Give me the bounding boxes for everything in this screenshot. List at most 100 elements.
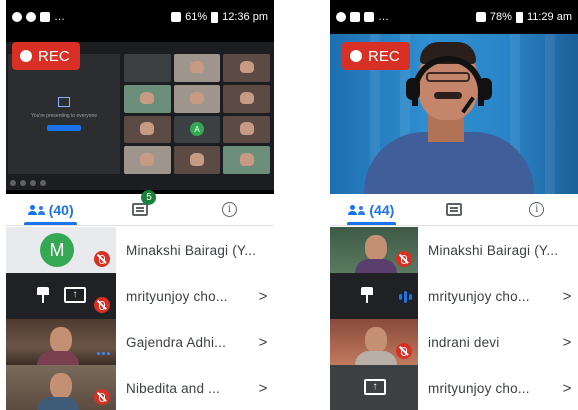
people-icon	[27, 204, 45, 215]
meet-controls	[10, 180, 270, 186]
whatsapp-icon	[12, 12, 22, 22]
participant-tile	[223, 54, 270, 82]
participant-video	[365, 235, 388, 262]
presenting-text: You're presenting to everyone	[30, 113, 98, 119]
list-item[interactable]: Nibedita and ... >	[6, 365, 274, 410]
presenting-icon: ↑	[364, 379, 386, 395]
list-item[interactable]: ↑ mrityunjoy cho... >	[6, 273, 274, 319]
rec-label: REC	[368, 47, 400, 65]
participant-name: mrityunjoy cho...	[428, 380, 530, 396]
list-item[interactable]: ↑ mrityunjoy cho... >	[330, 365, 578, 410]
whatsapp-icon	[336, 12, 346, 22]
message-icon	[350, 12, 360, 22]
clock: 12:36 pm	[222, 11, 268, 23]
more-notifications-icon: …	[378, 11, 389, 23]
participant-tile	[124, 146, 171, 174]
list-item[interactable]: Minakshi Bairagi (Y...	[330, 227, 578, 273]
mic-off-icon	[94, 251, 110, 267]
list-item[interactable]: Gajendra Adhi... >	[6, 319, 274, 365]
participant-thumbnail	[6, 365, 116, 410]
participant-thumbnail: M	[6, 227, 116, 273]
mic-off-icon	[94, 297, 110, 313]
participant-tile	[223, 146, 270, 174]
info-icon: i	[529, 202, 545, 217]
participant-tile	[173, 84, 221, 113]
participant-tile	[173, 146, 221, 174]
battery-level: 61%	[185, 11, 208, 23]
tab-info[interactable]: i	[495, 194, 578, 225]
battery-icon	[211, 11, 219, 23]
message-icon	[40, 12, 50, 22]
participant-tile	[223, 84, 270, 113]
participant-video	[50, 373, 72, 400]
tab-people[interactable]: (40)	[6, 194, 95, 225]
participant-thumbnail	[330, 227, 418, 273]
participant-thumbnail: ↑	[330, 365, 418, 410]
chat-icon	[131, 203, 148, 216]
speaking-dots-icon	[97, 352, 110, 355]
notification-icon	[364, 12, 374, 22]
main-video[interactable]: REC	[330, 34, 578, 194]
participant-name: Minakshi Bairagi (Y...	[428, 242, 559, 258]
present-screen-icon	[58, 97, 70, 107]
list-item[interactable]: mrityunjoy cho... >	[330, 273, 578, 319]
battery-level: 78%	[489, 11, 512, 23]
mic-off-icon	[396, 343, 412, 359]
participant-thumbnail: ↑	[6, 273, 116, 319]
left-phone-screen: … 61% 12:36 pm REC You're presenting to …	[6, 0, 274, 410]
recording-indicator: REC	[12, 42, 80, 70]
rec-label: REC	[38, 47, 70, 65]
avatar: M	[40, 233, 74, 267]
clock: 11:29 am	[526, 11, 572, 23]
participant-name: mrityunjoy cho...	[428, 288, 530, 304]
tab-people[interactable]: (44)	[330, 194, 413, 225]
chevron-right-icon[interactable]: >	[556, 288, 578, 305]
status-bar: … 61% 12:36 pm	[6, 0, 274, 34]
tab-bar: (44) i	[330, 194, 578, 226]
participant-video	[365, 327, 388, 354]
participant-name: Nibedita and ...	[126, 380, 221, 396]
tab-chat[interactable]	[413, 194, 496, 225]
tab-bar: (40) 5 i	[6, 190, 274, 226]
participant-list: M Minakshi Bairagi (Y... ↑ mrityunjoy ch…	[6, 227, 274, 410]
list-item[interactable]: M Minakshi Bairagi (Y...	[6, 227, 274, 273]
pin-icon	[36, 287, 50, 303]
presenting-tile: You're presenting to everyone	[8, 54, 120, 174]
chevron-right-icon[interactable]: >	[556, 334, 578, 351]
tile-avatar: A	[189, 122, 204, 137]
chevron-right-icon[interactable]: >	[252, 288, 274, 305]
more-notifications-icon: …	[54, 11, 65, 23]
participant-thumbnail	[330, 273, 418, 319]
record-dot-icon	[20, 50, 32, 62]
participant-name: Minakshi Bairagi (Y...	[126, 242, 257, 258]
main-video[interactable]: REC You're presenting to everyone A	[6, 34, 274, 194]
people-icon	[348, 204, 366, 215]
participant-tile	[173, 54, 221, 82]
participant-name: mrityunjoy cho...	[126, 288, 228, 304]
chat-icon	[446, 203, 462, 216]
tab-chat[interactable]: 5	[95, 190, 184, 225]
people-count: (40)	[48, 201, 74, 218]
pin-icon	[360, 287, 374, 303]
chevron-right-icon[interactable]: >	[556, 380, 578, 397]
participant-tile	[124, 115, 171, 144]
participant-name: indrani devi	[428, 334, 500, 350]
participant-thumbnail	[330, 319, 418, 365]
mic-off-icon	[94, 389, 110, 405]
list-item[interactable]: indrani devi >	[330, 319, 578, 365]
participant-video	[50, 327, 72, 354]
chevron-right-icon[interactable]: >	[252, 380, 274, 397]
recording-indicator: REC	[342, 42, 410, 70]
people-count: (44)	[369, 201, 395, 218]
participant-tile	[124, 84, 171, 113]
participant-name: Gajendra Adhi...	[126, 334, 227, 350]
participant-tile: A	[173, 115, 221, 144]
participant-thumbnail	[6, 319, 116, 365]
tab-info[interactable]: i	[185, 194, 274, 225]
chevron-right-icon[interactable]: >	[252, 334, 274, 351]
battery-icon	[515, 11, 523, 23]
speaking-indicator-icon	[399, 291, 412, 303]
info-icon: i	[221, 202, 237, 217]
status-bar: … 78% 11:29 am	[330, 0, 578, 34]
participant-tile	[223, 115, 270, 144]
